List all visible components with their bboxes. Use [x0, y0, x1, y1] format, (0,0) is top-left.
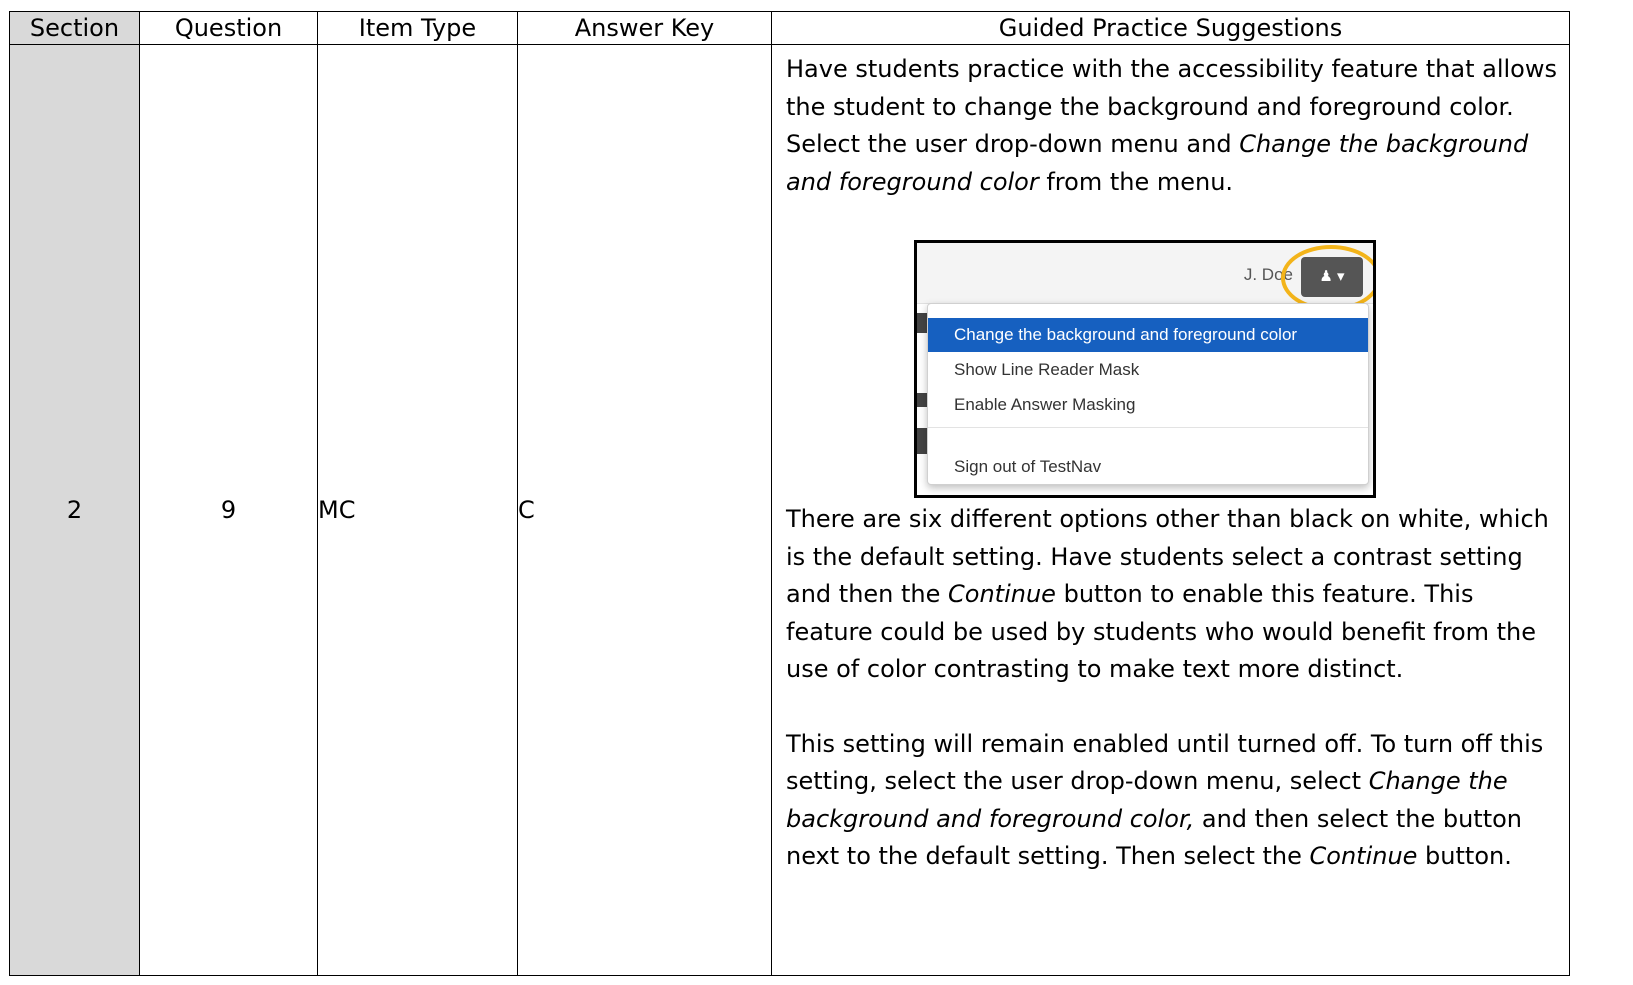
header-guided-practice: Guided Practice Suggestions: [771, 11, 1570, 45]
cell-guided-practice: Have students practice with the accessib…: [771, 44, 1570, 976]
menu-item-answer-masking: Enable Answer Masking: [954, 395, 1136, 414]
guide-text: button.: [1417, 842, 1512, 870]
cell-section: 2: [9, 44, 140, 976]
guide-emphasis: Continue: [1309, 842, 1418, 870]
cell-answer-key: C: [517, 44, 772, 976]
header-section: Section: [9, 11, 140, 45]
header-answer-key: Answer Key: [517, 11, 772, 45]
guide-paragraph-3: This setting will remain enabled until t…: [786, 726, 1561, 876]
header-question: Question: [139, 11, 318, 45]
cell-item-type: MC: [317, 44, 518, 976]
guide-paragraph-1: Have students practice with the accessib…: [786, 51, 1561, 201]
table-row: 2 9 MC C Have students practice with the…: [9, 44, 1570, 976]
header-row: Section Question Item Type Answer Key Gu…: [9, 11, 1570, 45]
guide-text: from the menu.: [1038, 167, 1234, 196]
menu-divider: [928, 427, 1368, 428]
menu-item-change-colors: Change the background and foreground col…: [928, 318, 1368, 352]
header-item-type: Item Type: [317, 11, 518, 45]
menu-item-sign-out: Sign out of TestNav: [954, 457, 1102, 476]
highlight-circle: [1281, 245, 1373, 311]
menu-item-line-reader: Show Line Reader Mask: [954, 360, 1140, 379]
guide-paragraph-2: There are six different options other th…: [786, 501, 1561, 689]
user-dropdown-menu: Change the background and foreground col…: [927, 303, 1369, 485]
guided-practice-table: Section Question Item Type Answer Key Gu…: [9, 11, 1570, 976]
guide-emphasis: Continue: [948, 580, 1056, 608]
testnav-menu-screenshot: J. Doe ♟ ▾ Change the background and for…: [914, 240, 1376, 498]
cell-question: 9: [139, 44, 318, 976]
